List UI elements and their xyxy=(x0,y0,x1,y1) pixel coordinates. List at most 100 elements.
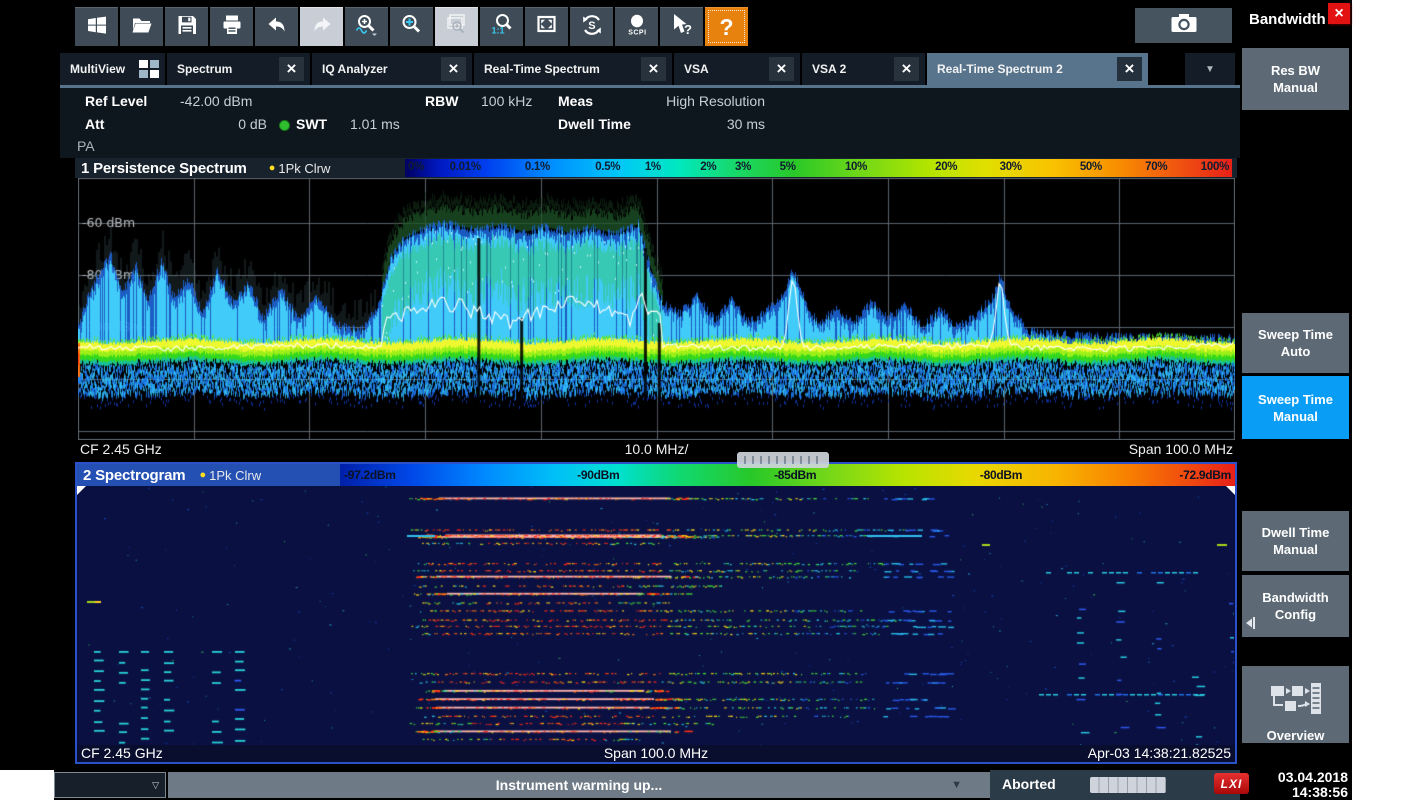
lxi-badge[interactable]: LXI xyxy=(1214,773,1249,794)
tab-overflow-dropdown[interactable]: ▼ xyxy=(1185,53,1235,85)
span-label[interactable]: Span 100.0 MHz xyxy=(1129,441,1233,457)
persistence-title-bar[interactable]: 1 Persistence Spectrum ● 1Pk Clrw 0% 0.0… xyxy=(75,158,1237,178)
scale-tick: 3% xyxy=(735,161,751,173)
zoom-windows-button[interactable] xyxy=(435,7,478,46)
print-button[interactable] xyxy=(210,7,253,46)
scale-tick: 100% xyxy=(1201,161,1229,173)
scale-tick: -72.9dBm xyxy=(1179,468,1231,482)
tab-label: Spectrum xyxy=(177,62,273,76)
tab-iq-analyzer[interactable]: IQ Analyzer × xyxy=(312,53,472,85)
fullscreen-icon xyxy=(534,12,559,42)
trace-marker-dot: ● xyxy=(269,162,276,174)
context-help-button[interactable]: ? xyxy=(660,7,703,46)
zoom-selection-button[interactable] xyxy=(390,7,433,46)
selected-window-corner-marker xyxy=(1226,486,1235,495)
tab-multiview[interactable]: MultiView xyxy=(60,53,165,85)
help-icon: ? xyxy=(719,14,733,41)
scale-tick: -85dBm xyxy=(774,468,816,482)
sync-button[interactable]: S xyxy=(570,7,613,46)
softkey-sweep-time-manual[interactable]: Sweep Time Manual xyxy=(1242,376,1349,439)
softkey-res-bw-manual[interactable]: Res BW Manual xyxy=(1242,48,1349,110)
close-icon[interactable]: × xyxy=(1328,3,1350,24)
tab-spectrum[interactable]: Spectrum × xyxy=(167,53,310,85)
scpi-label: SCPI xyxy=(628,29,646,36)
swt-value[interactable]: 1.01 ms xyxy=(350,116,400,132)
att-value[interactable]: 0 dB xyxy=(160,116,267,132)
tab-real-time-spectrum-2[interactable]: Real-Time Spectrum 2 × xyxy=(927,53,1148,85)
zoom-trace-button[interactable] xyxy=(345,7,388,46)
softkey-bandwidth-config[interactable]: Bandwidth Config xyxy=(1242,575,1349,637)
status-message-bar[interactable]: Instrument warming up... ▼ xyxy=(168,772,990,798)
spectrogram-display[interactable] xyxy=(77,486,1234,746)
date-label: 03.04.2018 xyxy=(1248,770,1348,785)
tab-label: Real-Time Spectrum 2 xyxy=(937,62,1111,76)
scale-tick: -90dBm xyxy=(577,468,619,482)
tab-close-icon[interactable]: × xyxy=(641,57,666,81)
ref-level-value[interactable]: -42.00 dBm xyxy=(180,93,252,109)
window-splitter-handle[interactable] xyxy=(737,452,829,468)
tab-close-icon[interactable]: × xyxy=(769,57,794,81)
tab-close-icon[interactable]: × xyxy=(441,57,466,81)
zoom-one-to-one-button[interactable]: 1:1 xyxy=(480,7,523,46)
fullscreen-button[interactable] xyxy=(525,7,568,46)
chevron-down-icon: ▼ xyxy=(1205,64,1215,75)
division-width-label: 10.0 MHz/ xyxy=(78,441,1235,457)
persistence-footer: CF 2.45 GHz 10.0 MHz/ Span 100.0 MHz xyxy=(78,440,1235,459)
windows-logo-icon xyxy=(85,13,109,42)
status-dropdown[interactable]: ▽ xyxy=(54,772,166,798)
open-file-button[interactable] xyxy=(120,7,163,46)
tab-close-icon[interactable]: × xyxy=(279,57,304,81)
spectrogram-title-bar[interactable]: 2 Spectrogram ● 1Pk Clrw xyxy=(77,464,340,486)
date-time-display[interactable]: 03.04.2018 14:38:56 xyxy=(1248,770,1348,800)
meas-value[interactable]: High Resolution xyxy=(600,93,765,109)
persistence-display[interactable] xyxy=(78,178,1235,440)
att-label: Att xyxy=(85,116,104,132)
softkey-sweep-time-auto[interactable]: Sweep Time Auto xyxy=(1242,313,1349,373)
scale-tick: 0.01% xyxy=(450,161,481,173)
tab-label: VSA xyxy=(684,62,763,76)
selected-window-corner-marker xyxy=(77,486,86,495)
frame-timestamp: Apr-03 14:38:21.82525 xyxy=(1088,745,1231,761)
scale-tick: 0.1% xyxy=(525,161,550,173)
softkey-dwell-time-manual[interactable]: Dwell Time Manual xyxy=(1242,511,1349,571)
tab-vsa[interactable]: VSA × xyxy=(674,53,800,85)
save-button[interactable] xyxy=(165,7,208,46)
tab-label: IQ Analyzer xyxy=(322,62,435,76)
softkey-label: Overview xyxy=(1267,727,1325,744)
tab-label: Real-Time Spectrum xyxy=(484,62,635,76)
softkey-overview[interactable]: Overview xyxy=(1242,666,1349,743)
redo-button[interactable] xyxy=(300,7,343,46)
one-to-one-icon: 1:1 xyxy=(489,12,514,42)
tab-close-icon[interactable]: × xyxy=(1117,57,1142,81)
swt-status-dot xyxy=(279,120,290,131)
scpi-button[interactable]: SCPI xyxy=(615,7,658,46)
chevron-down-icon: ▼ xyxy=(951,779,962,791)
tab-label: VSA 2 xyxy=(812,62,888,76)
settings-header: Ref Level -42.00 dBm RBW 100 kHz Meas Hi… xyxy=(60,88,1240,158)
rbw-value[interactable]: 100 kHz xyxy=(481,93,532,109)
dwell-time-value[interactable]: 30 ms xyxy=(700,116,765,132)
scale-tick: -97.2dBm xyxy=(344,468,396,482)
status-message: Instrument warming up... xyxy=(496,777,662,793)
scale-tick: 1% xyxy=(645,161,661,173)
scale-tick: 10% xyxy=(845,161,867,173)
printer-icon xyxy=(220,13,244,42)
undo-button[interactable] xyxy=(255,7,298,46)
scale-tick: 30% xyxy=(1000,161,1022,173)
help-button[interactable]: ? xyxy=(705,7,748,46)
tab-vsa-2[interactable]: VSA 2 × xyxy=(802,53,925,85)
cursor-help-icon: ? xyxy=(669,12,694,42)
screenshot-button[interactable] xyxy=(1135,8,1232,43)
spectrogram-window: 2 Spectrogram ● 1Pk Clrw -97.2dBm -90dBm… xyxy=(75,462,1237,764)
span-label[interactable]: Span 100.0 MHz xyxy=(77,745,1235,761)
save-icon xyxy=(175,13,199,42)
sync-letter: S xyxy=(588,20,595,32)
tab-close-icon[interactable]: × xyxy=(894,57,919,81)
meas-label: Meas xyxy=(558,93,593,109)
scale-tick: 0.5% xyxy=(595,161,620,173)
scale-tick: 2% xyxy=(700,161,716,173)
undo-arrow-icon xyxy=(265,13,289,42)
context-help-qmark: ? xyxy=(684,22,692,37)
windows-start-button[interactable] xyxy=(75,7,118,46)
tab-real-time-spectrum[interactable]: Real-Time Spectrum × xyxy=(474,53,672,85)
